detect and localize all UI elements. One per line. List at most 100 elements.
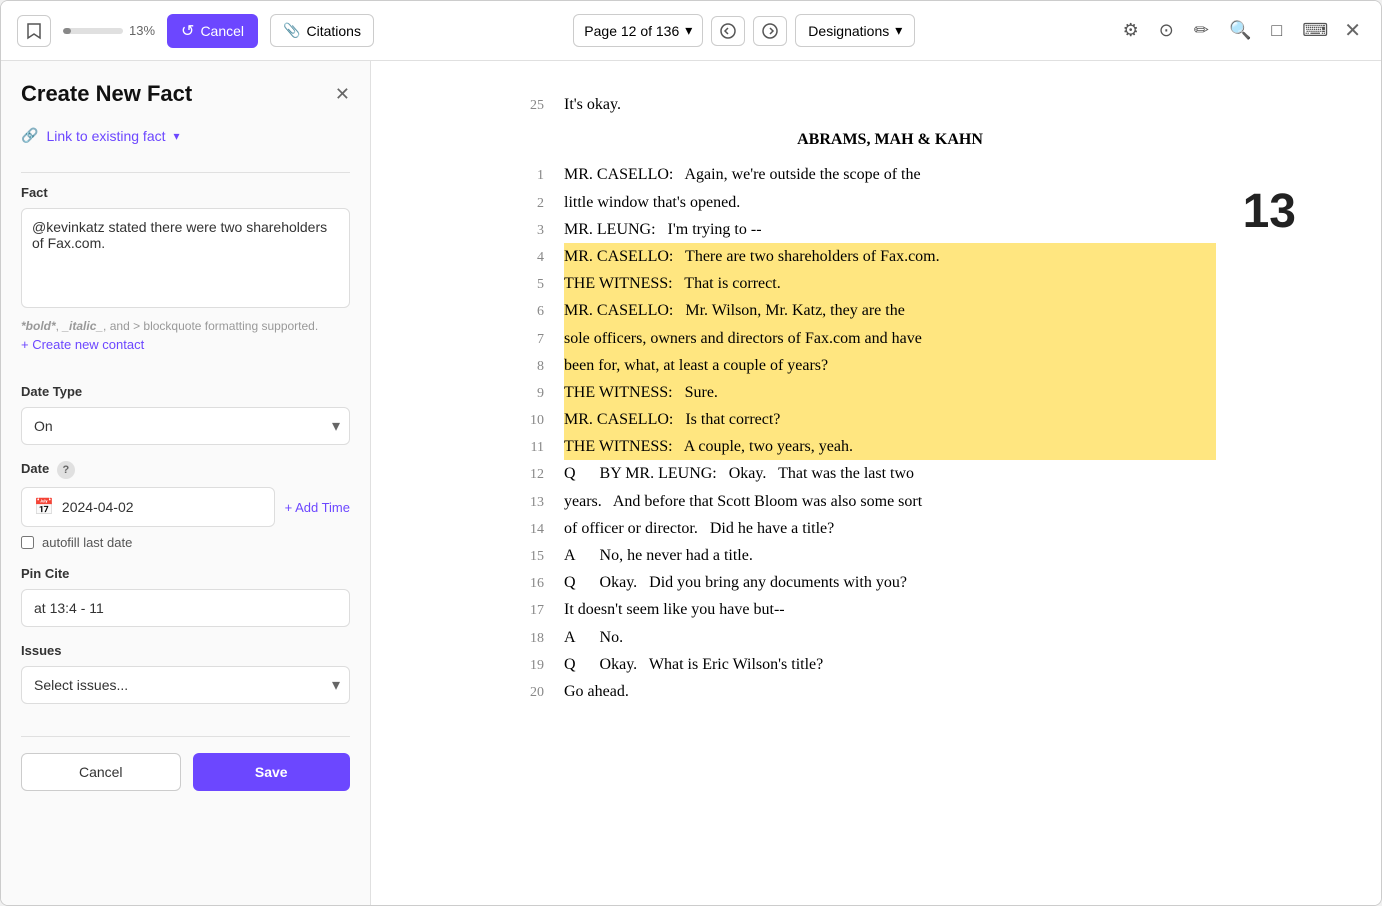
save-button[interactable]: Save: [193, 753, 351, 791]
line-text: A No.: [564, 624, 1216, 651]
doc-header: ABRAMS, MAH & KAHN: [564, 126, 1216, 153]
share-button[interactable]: ⊙: [1151, 14, 1182, 47]
line-text-highlighted: THE WITNESS: That is correct.: [564, 270, 1216, 297]
prev-page-button[interactable]: [711, 16, 745, 46]
line-row: 20 Go ahead.: [516, 678, 1216, 705]
cancel-button[interactable]: ↺ Cancel: [167, 14, 258, 48]
search-button[interactable]: 🔍: [1221, 14, 1259, 47]
line-number: 9: [516, 382, 544, 406]
line-text: years. And before that Scott Bloom was a…: [564, 488, 1216, 515]
toolbar-left: 13% ↺ Cancel 📎 Citations: [17, 14, 374, 48]
page-selector[interactable]: Page 12 of 136 ▾: [573, 14, 703, 47]
line-row: 17 It doesn't seem like you have but--: [516, 596, 1216, 623]
autofill-checkbox-row: autofill last date: [21, 535, 350, 550]
designations-button[interactable]: Designations ▾: [795, 14, 915, 47]
date-type-select-wrapper: On Before After Between: [21, 407, 350, 445]
page-number-large: 13: [1243, 171, 1296, 253]
panel-title: Create New Fact: [21, 81, 192, 107]
toolbar: 13% ↺ Cancel 📎 Citations Page 12 of 136 …: [1, 1, 1381, 61]
issues-label: Issues: [21, 643, 350, 658]
line-number: 20: [516, 681, 544, 705]
edit-button[interactable]: ✏: [1186, 14, 1217, 47]
line-text-highlighted: been for, what, at least a couple of yea…: [564, 352, 1216, 379]
main-area: Create New Fact ✕ 🔗 Link to existing fac…: [1, 61, 1381, 905]
line-text: A No, he never had a title.: [564, 542, 1216, 569]
date-input-box: 📅: [21, 487, 275, 527]
line-number: 12: [516, 463, 544, 487]
line-row: 3 MR. LEUNG: I'm trying to --: [516, 216, 1216, 243]
line-row: 5 THE WITNESS: That is correct.: [516, 270, 1216, 297]
line-number: 16: [516, 572, 544, 596]
line-row: 7 sole officers, owners and directors of…: [516, 325, 1216, 352]
expand-button[interactable]: □: [1263, 14, 1290, 47]
create-fact-panel: Create New Fact ✕ 🔗 Link to existing fac…: [1, 61, 371, 905]
line-text: little window that's opened.: [564, 189, 1216, 216]
line-number: 14: [516, 518, 544, 542]
date-field-wrapper: 📅 + Add Time: [21, 487, 350, 527]
citations-button[interactable]: 📎 Citations: [270, 14, 374, 47]
pin-cite-label: Pin Cite: [21, 566, 350, 581]
line-number: 13: [516, 491, 544, 515]
line-number: 8: [516, 355, 544, 379]
line-row: 4 MR. CASELLO: There are two shareholder…: [516, 243, 1216, 270]
fact-input[interactable]: [21, 208, 350, 308]
chevron-down-icon: ▾: [685, 22, 692, 39]
fact-label: Fact: [21, 185, 350, 200]
pin-cite-input[interactable]: [21, 589, 350, 627]
line-number: 3: [516, 219, 544, 243]
issues-select-wrapper: Select issues...: [21, 666, 350, 704]
cancel-footer-button[interactable]: Cancel: [21, 753, 181, 791]
create-contact-link[interactable]: + Create new contact: [21, 337, 350, 352]
line-text-highlighted: MR. CASELLO: There are two shareholders …: [564, 243, 1216, 270]
line-row: 8 been for, what, at least a couple of y…: [516, 352, 1216, 379]
date-input[interactable]: [62, 499, 262, 515]
doc-header-row: ABRAMS, MAH & KAHN: [516, 118, 1216, 161]
line-number: 11: [516, 436, 544, 460]
divider: [21, 172, 350, 173]
line-number: 25: [516, 94, 544, 118]
line-text-highlighted: THE WITNESS: Sure.: [564, 379, 1216, 406]
next-page-button[interactable]: [753, 16, 787, 46]
date-type-select[interactable]: On Before After Between: [21, 407, 350, 445]
settings-button[interactable]: ⚙: [1115, 14, 1147, 47]
calendar-icon: 📅: [34, 497, 54, 517]
line-row: 13 years. And before that Scott Bloom wa…: [516, 488, 1216, 515]
line-text-highlighted: THE WITNESS: A couple, two years, yeah.: [564, 433, 1216, 460]
line-row: 12 Q BY MR. LEUNG: Okay. That was the la…: [516, 460, 1216, 487]
line-row: 1 MR. CASELLO: Again, we're outside the …: [516, 161, 1216, 188]
line-text-highlighted: MR. CASELLO: Is that correct?: [564, 406, 1216, 433]
chevron-down-icon: ▾: [174, 129, 180, 143]
line-number: 7: [516, 328, 544, 352]
add-time-link[interactable]: + Add Time: [285, 500, 350, 515]
keyboard-button[interactable]: ⌨: [1294, 14, 1336, 47]
line-row: 16 Q Okay. Did you bring any documents w…: [516, 569, 1216, 596]
autofill-checkbox[interactable]: [21, 536, 34, 549]
line-row: 2 little window that's opened.: [516, 189, 1216, 216]
document-content: 13 25 It's okay. ABRAMS, MAH & KAHN 1 MR…: [516, 91, 1216, 705]
close-panel-button[interactable]: ✕: [335, 84, 350, 105]
line-row: 11 THE WITNESS: A couple, two years, yea…: [516, 433, 1216, 460]
formatting-hint: *bold*, _italic_, and > blockquote forma…: [21, 319, 350, 333]
line-number: 1: [516, 164, 544, 188]
sidebar-footer: Cancel Save: [21, 736, 350, 807]
date-type-label: Date Type: [21, 384, 350, 399]
line-row: 6 MR. CASELLO: Mr. Wilson, Mr. Katz, the…: [516, 297, 1216, 324]
toolbar-center: Page 12 of 136 ▾ Designations ▾: [573, 14, 915, 47]
date-section: Date ? 📅 + Add Time autofill last date: [21, 461, 350, 550]
line-number: 18: [516, 627, 544, 651]
line-row: 9 THE WITNESS: Sure.: [516, 379, 1216, 406]
line-number: 10: [516, 409, 544, 433]
bookmark-button[interactable]: [17, 15, 51, 47]
close-button[interactable]: ✕: [1340, 14, 1365, 47]
date-help-icon[interactable]: ?: [57, 461, 75, 479]
issues-select[interactable]: Select issues...: [21, 666, 350, 704]
line-text-highlighted: sole officers, owners and directors of F…: [564, 325, 1216, 352]
link-existing-fact-link[interactable]: 🔗 Link to existing fact ▾: [21, 127, 350, 144]
line-number: 4: [516, 246, 544, 270]
line-text: of officer or director. Did he have a ti…: [564, 515, 1216, 542]
pin-cite-section: Pin Cite: [21, 566, 350, 627]
fact-field-section: Fact *bold*, _italic_, and > blockquote …: [21, 185, 350, 368]
line-row: 10 MR. CASELLO: Is that correct?: [516, 406, 1216, 433]
line-text-highlighted: MR. CASELLO: Mr. Wilson, Mr. Katz, they …: [564, 297, 1216, 324]
toolbar-actions: ⚙ ⊙ ✏ 🔍 □ ⌨ ✕: [1115, 14, 1365, 47]
